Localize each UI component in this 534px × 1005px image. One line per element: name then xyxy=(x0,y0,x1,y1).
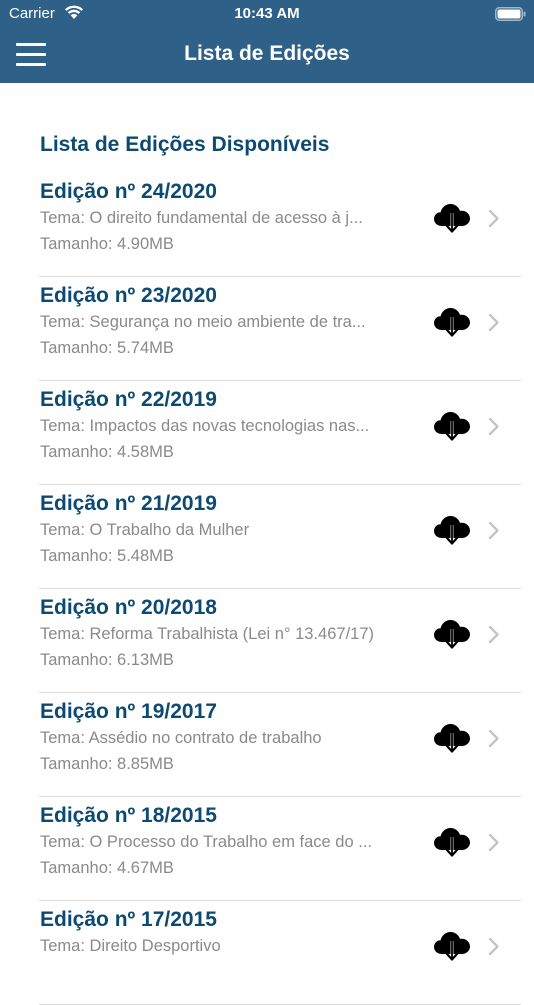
edition-title: Edição nº 18/2015 xyxy=(40,804,217,827)
chevron-right-icon xyxy=(488,937,499,956)
chevron-right-icon xyxy=(488,417,499,436)
edition-title: Edição nº 17/2015 xyxy=(40,908,217,931)
edition-theme: Tema: O Processo do Trabalho em face do … xyxy=(40,833,372,851)
edition-row[interactable]: Edição nº 17/2015 Tema: Direito Desporti… xyxy=(39,901,521,1005)
edition-size: Tamanho: 8.85MB xyxy=(40,755,174,773)
edition-row[interactable]: Edição nº 23/2020 Tema: Segurança no mei… xyxy=(39,277,521,381)
edition-size: Tamanho: 5.48MB xyxy=(40,547,174,565)
chevron-right-icon xyxy=(488,625,499,644)
edition-title: Edição nº 24/2020 xyxy=(40,180,217,203)
edition-theme: Tema: Assédio no contrato de trabalho xyxy=(40,729,322,747)
cloud-download-icon[interactable] xyxy=(433,930,471,962)
edition-row[interactable]: Edição nº 22/2019 Tema: Impactos das nov… xyxy=(39,381,521,485)
page-title: Lista de Edições xyxy=(184,42,350,65)
edition-size: Tamanho: 6.13MB xyxy=(40,651,174,669)
editions-list[interactable]: Edição nº 24/2020 Tema: O direito fundam… xyxy=(0,173,534,1005)
chevron-right-icon xyxy=(488,313,499,332)
edition-title: Edição nº 20/2018 xyxy=(40,596,217,619)
chevron-right-icon xyxy=(488,209,499,228)
edition-title: Edição nº 19/2017 xyxy=(40,700,217,723)
edition-title: Edição nº 21/2019 xyxy=(40,492,217,515)
edition-theme: Tema: O Trabalho da Mulher xyxy=(40,521,250,539)
edition-theme: Tema: Segurança no meio ambiente de tra.… xyxy=(40,313,366,331)
edition-row[interactable]: Edição nº 19/2017 Tema: Assédio no contr… xyxy=(39,693,521,797)
edition-size: Tamanho: 5.74MB xyxy=(40,339,174,357)
chevron-right-icon xyxy=(488,833,499,852)
edition-row[interactable]: Edição nº 24/2020 Tema: O direito fundam… xyxy=(39,173,521,277)
edition-size: Tamanho: 4.67MB xyxy=(40,859,174,877)
cloud-download-icon[interactable] xyxy=(433,618,471,650)
cloud-download-icon[interactable] xyxy=(433,410,471,442)
edition-title: Edição nº 23/2020 xyxy=(40,284,217,307)
edition-theme: Tema: Reforma Trabalhista (Lei n° 13.467… xyxy=(40,625,375,643)
edition-title: Edição nº 22/2019 xyxy=(40,388,217,411)
section-title: Lista de Edições Disponíveis xyxy=(40,133,330,156)
status-time: 10:43 AM xyxy=(234,5,300,22)
edition-size: Tamanho: 4.58MB xyxy=(40,443,174,461)
chevron-right-icon xyxy=(488,521,499,540)
edition-row[interactable]: Edição nº 18/2015 Tema: O Processo do Tr… xyxy=(39,797,521,901)
edition-row[interactable]: Edição nº 20/2018 Tema: Reforma Trabalhi… xyxy=(39,589,521,693)
cloud-download-icon[interactable] xyxy=(433,306,471,338)
chevron-right-icon xyxy=(488,729,499,748)
cloud-download-icon[interactable] xyxy=(433,202,471,234)
edition-theme: Tema: Direito Desportivo xyxy=(40,937,221,955)
battery-icon xyxy=(495,7,526,21)
edition-theme: Tema: O direito fundamental de acesso à … xyxy=(40,209,363,227)
status-bar: Carrier 10:43 AM xyxy=(0,0,534,28)
cloud-download-icon[interactable] xyxy=(433,722,471,754)
cloud-download-icon[interactable] xyxy=(433,826,471,858)
edition-size: Tamanho: 4.90MB xyxy=(40,235,174,253)
cloud-download-icon[interactable] xyxy=(433,514,471,546)
navigation-header: Carrier 10:43 AM Lista de Edições xyxy=(0,0,534,83)
edition-row[interactable]: Edição nº 21/2019 Tema: O Trabalho da Mu… xyxy=(39,485,521,589)
edition-theme: Tema: Impactos das novas tecnologias nas… xyxy=(40,417,370,435)
